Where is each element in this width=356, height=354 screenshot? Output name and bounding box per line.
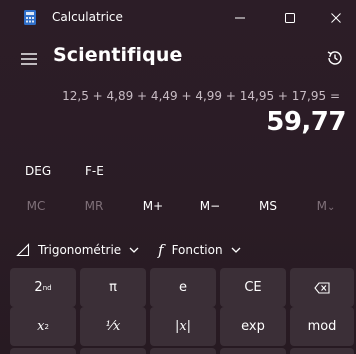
close-icon [331, 13, 341, 23]
memory-clear-button[interactable]: MC [16, 199, 56, 213]
memory-add-button[interactable]: M+ [133, 199, 173, 213]
memory-recall-button[interactable]: MR [74, 199, 114, 213]
history-button[interactable] [324, 47, 346, 69]
function-dropdown[interactable]: f Fonction [158, 238, 241, 262]
second-key-base: 2 [34, 280, 43, 295]
keypad-key[interactable] [150, 348, 216, 354]
calculator-app-icon [24, 10, 36, 25]
trigonometry-dropdown[interactable]: Trigonométrie [16, 238, 139, 262]
title-bar: Calculatrice [0, 0, 356, 36]
keypad-key[interactable] [220, 348, 286, 354]
mode-title: Scientifique [53, 44, 183, 66]
hamburger-icon [21, 53, 37, 65]
keypad-key[interactable] [80, 348, 146, 354]
fixed-exponent-button[interactable]: F-E [85, 164, 104, 178]
reciprocal-key[interactable]: ¹⁄x [80, 307, 146, 346]
function-symbol-icon: f [158, 241, 164, 259]
maximize-icon [285, 13, 295, 23]
memory-subtract-button[interactable]: M− [190, 199, 230, 213]
chevron-down-icon: ⌄ [326, 202, 336, 213]
euler-key[interactable]: e [150, 268, 216, 307]
minimize-button[interactable] [228, 6, 252, 30]
exp-key[interactable]: exp [220, 307, 286, 346]
result-display: 59,77 [266, 107, 346, 137]
history-icon [327, 51, 342, 65]
minimize-icon [235, 17, 245, 19]
app-title: Calculatrice [52, 10, 123, 24]
navigation-menu-button[interactable] [20, 51, 38, 65]
second-function-key[interactable]: 2nd [10, 268, 76, 307]
close-button[interactable] [324, 6, 348, 30]
calculator-window: Calculatrice Scientifique 12,5 + 4,89 + … [0, 0, 356, 354]
angle-unit-button[interactable]: DEG [25, 164, 51, 178]
chevron-down-icon [129, 247, 139, 253]
memory-list-button[interactable]: M⌄ [306, 199, 346, 213]
trigonometry-label: Trigonométrie [38, 243, 122, 257]
function-label: Fonction [171, 243, 223, 257]
backspace-key[interactable] [290, 268, 354, 307]
clear-entry-key[interactable]: CE [220, 268, 286, 307]
pi-key[interactable]: π [80, 268, 146, 307]
memory-store-button[interactable]: MS [248, 199, 288, 213]
backspace-icon [314, 281, 330, 294]
expression-display: 12,5 + 4,89 + 4,49 + 4,99 + 14,95 + 17,9… [62, 89, 340, 103]
chevron-down-icon [231, 247, 241, 253]
memory-list-label: M [316, 199, 327, 213]
maximize-button[interactable] [278, 6, 302, 30]
square-key[interactable]: x2 [10, 307, 76, 346]
triangle-icon [16, 243, 30, 257]
function-toolbar: Trigonométrie f Fonction [0, 238, 356, 262]
square-key-base: x [37, 319, 45, 334]
keypad-key[interactable] [10, 348, 76, 354]
keypad-key[interactable] [290, 348, 354, 354]
modulo-key[interactable]: mod [290, 307, 354, 346]
absolute-value-key[interactable]: |x| [150, 307, 216, 346]
